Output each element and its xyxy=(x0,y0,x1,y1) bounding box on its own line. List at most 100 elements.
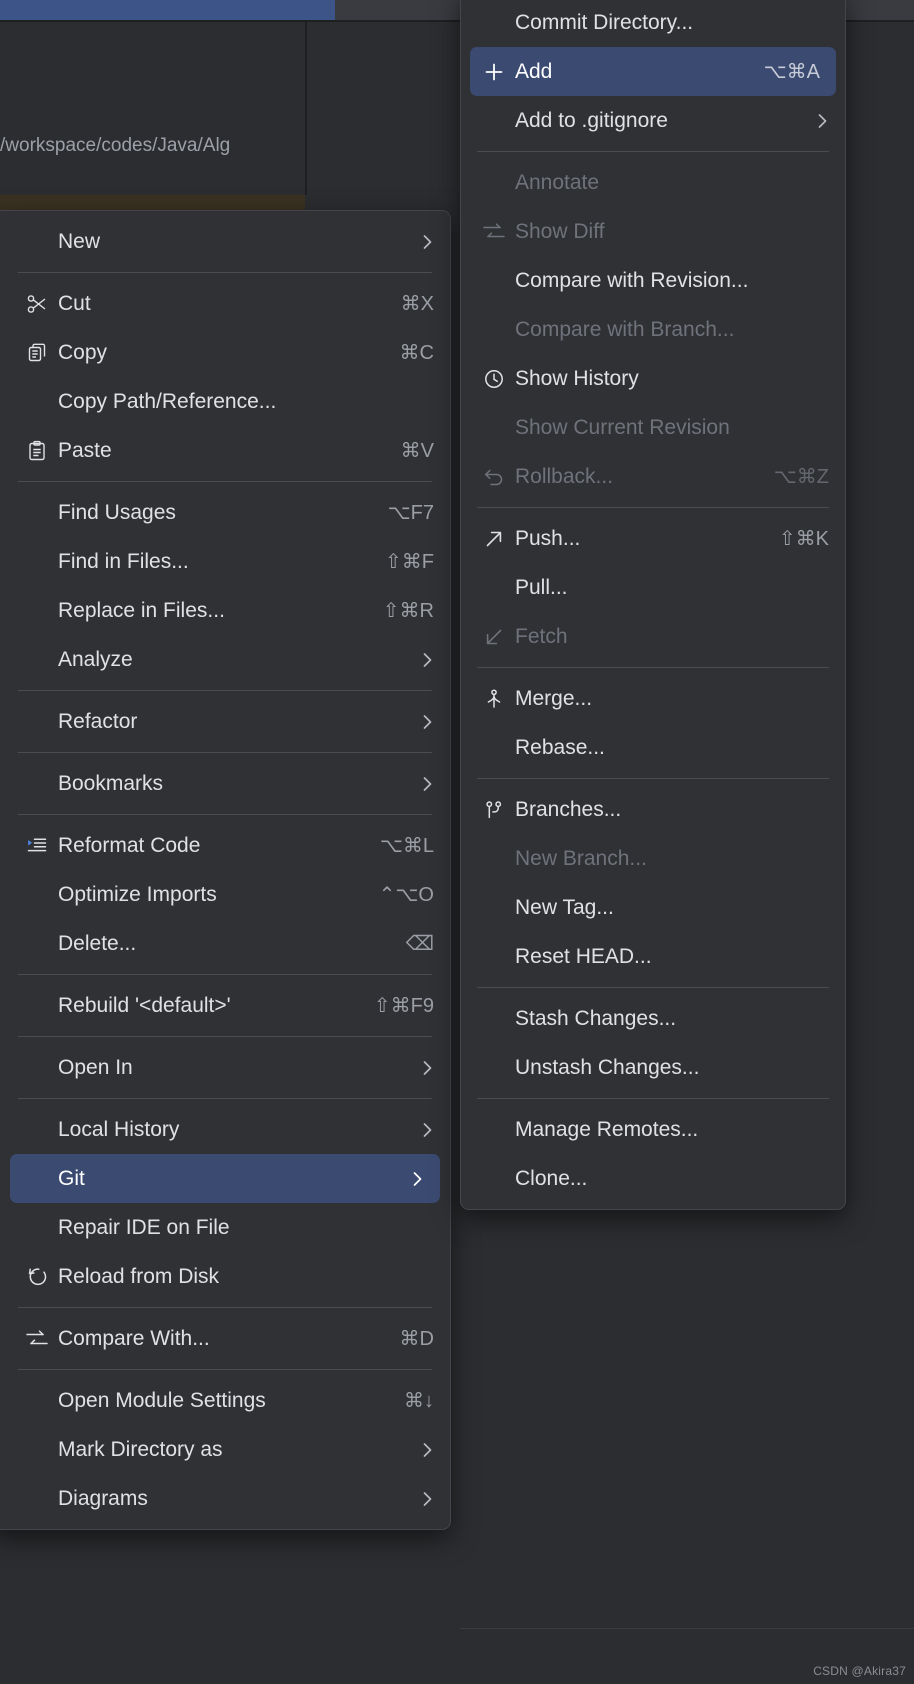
menu-item-shortcut: ⌘C xyxy=(399,342,434,364)
menu-item-label: Fetch xyxy=(515,624,568,648)
menu-item-icon-slot xyxy=(475,268,513,294)
menu-item-reformat-code[interactable]: Reformat Code ⌥⌘L xyxy=(0,821,450,870)
menu-item-find-in-files[interactable]: Find in Files... ⇧⌘F xyxy=(0,537,450,586)
menu-item-open-in[interactable]: Open In xyxy=(0,1043,450,1092)
chevron-right-icon xyxy=(816,111,829,131)
menu-separator xyxy=(18,1036,432,1037)
menu-item-clone[interactable]: Clone... xyxy=(461,1154,845,1203)
menu-item-new[interactable]: New xyxy=(0,217,450,266)
menu-item-open-module-settings[interactable]: Open Module Settings ⌘↓ xyxy=(0,1376,450,1425)
menu-item-label: Stash Changes... xyxy=(515,1006,677,1030)
menu-item-label: Copy Path/Reference... xyxy=(58,389,277,413)
push-icon xyxy=(475,526,513,552)
menu-item-find-usages[interactable]: Find Usages ⌥F7 xyxy=(0,488,450,537)
menu-item-icon-slot xyxy=(18,500,56,526)
menu-item-icon-slot xyxy=(18,1215,56,1241)
menu-item-replace-in-files[interactable]: Replace in Files... ⇧⌘R xyxy=(0,586,450,635)
reformat-icon xyxy=(18,833,56,859)
menu-item-label: Compare with Branch... xyxy=(515,317,735,341)
menu-item-label: Clone... xyxy=(515,1166,588,1190)
menu-item-icon-slot xyxy=(475,1006,513,1032)
menu-item-label: Manage Remotes... xyxy=(515,1117,699,1141)
menu-item-branches[interactable]: Branches... xyxy=(461,785,845,834)
menu-item-unstash-changes[interactable]: Unstash Changes... xyxy=(461,1043,845,1092)
menu-item-reload-from-disk[interactable]: Reload from Disk xyxy=(0,1252,450,1301)
menu-item-rollback: Rollback... ⌥⌘Z xyxy=(461,452,845,501)
menu-item-icon-slot xyxy=(18,993,56,1019)
rollback-icon xyxy=(475,464,513,490)
menu-item-icon-slot xyxy=(475,108,513,134)
menu-item-cut[interactable]: Cut ⌘X xyxy=(0,279,450,328)
menu-item-delete[interactable]: Delete... ⌫ xyxy=(0,919,450,968)
menu-item-label: Compare with Revision... xyxy=(515,268,749,292)
breadcrumb-path: /workspace/codes/Java/Alg xyxy=(0,135,231,156)
menu-item-refactor[interactable]: Refactor xyxy=(0,697,450,746)
menu-item-copy-path-reference[interactable]: Copy Path/Reference... xyxy=(0,377,450,426)
git-submenu[interactable]: Commit Directory... Add ⌥⌘A Add to .gitigno… xyxy=(460,0,846,1210)
menu-item-label: Merge... xyxy=(515,686,593,710)
menu-item-label: Paste xyxy=(58,438,112,462)
menu-item-new-branch: New Branch... xyxy=(461,834,845,883)
editor-context-menu[interactable]: New Cut ⌘X Copy ⌘C Copy Path/Reference... Past… xyxy=(0,210,451,1530)
menu-item-compare-with[interactable]: Compare With... ⌘D xyxy=(0,1314,450,1363)
menu-item-add-to-gitignore[interactable]: Add to .gitignore xyxy=(461,96,845,145)
menu-item-label: Open In xyxy=(58,1055,133,1079)
menu-item-shortcut: ⇧⌘F xyxy=(385,551,434,573)
menu-item-icon-slot xyxy=(18,1388,56,1414)
menu-item-paste[interactable]: Paste ⌘V xyxy=(0,426,450,475)
menu-item-label: Rollback... xyxy=(515,464,614,488)
scissors-icon xyxy=(18,291,56,317)
menu-item-label: Optimize Imports xyxy=(58,882,217,906)
menu-item-label: Reload from Disk xyxy=(58,1264,220,1288)
menu-item-label: Find in Files... xyxy=(58,549,189,573)
menu-item-pull[interactable]: Pull... xyxy=(461,563,845,612)
menu-item-icon-slot xyxy=(475,317,513,343)
menu-item-analyze[interactable]: Analyze xyxy=(0,635,450,684)
menu-item-icon-slot xyxy=(475,1055,513,1081)
branch-icon xyxy=(475,797,513,823)
menu-item-label: Repair IDE on File xyxy=(58,1215,230,1239)
menu-item-icon-slot xyxy=(18,1437,56,1463)
menu-item-optimize-imports[interactable]: Optimize Imports ⌃⌥O xyxy=(0,870,450,919)
menu-separator xyxy=(477,987,829,988)
menu-item-add[interactable]: Add ⌥⌘A xyxy=(470,47,836,96)
menu-separator xyxy=(18,814,432,815)
menu-item-show-history[interactable]: Show History xyxy=(461,354,845,403)
menu-item-label: Rebase... xyxy=(515,735,605,759)
menu-item-icon-slot xyxy=(18,709,56,735)
menu-separator xyxy=(18,690,432,691)
menu-item-shortcut: ⇧⌘K xyxy=(778,528,829,550)
menu-item-bookmarks[interactable]: Bookmarks xyxy=(0,759,450,808)
menu-item-shortcut: ⇧⌘R xyxy=(382,600,434,622)
menu-item-icon-slot xyxy=(18,1117,56,1143)
menu-item-git[interactable]: Git xyxy=(10,1154,440,1203)
menu-item-icon-slot xyxy=(475,735,513,761)
menu-item-new-tag[interactable]: New Tag... xyxy=(461,883,845,932)
menu-item-reset-head[interactable]: Reset HEAD... xyxy=(461,932,845,981)
menu-item-merge[interactable]: Merge... xyxy=(461,674,845,723)
menu-item-icon-slot xyxy=(18,647,56,673)
menu-item-copy[interactable]: Copy ⌘C xyxy=(0,328,450,377)
menu-item-diagrams[interactable]: Diagrams xyxy=(0,1474,450,1523)
menu-item-show-current-revision: Show Current Revision xyxy=(461,403,845,452)
menu-item-rebase[interactable]: Rebase... xyxy=(461,723,845,772)
menu-item-icon-slot xyxy=(18,389,56,415)
menu-item-push[interactable]: Push... ⇧⌘K xyxy=(461,514,845,563)
chevron-right-icon xyxy=(421,650,434,670)
menu-item-manage-remotes[interactable]: Manage Remotes... xyxy=(461,1105,845,1154)
menu-item-rebuild-default[interactable]: Rebuild '<default>' ⇧⌘F9 xyxy=(0,981,450,1030)
menu-item-repair-ide-on-file[interactable]: Repair IDE on File xyxy=(0,1203,450,1252)
menu-item-label: Replace in Files... xyxy=(58,598,225,622)
menu-separator xyxy=(477,1098,829,1099)
menu-item-local-history[interactable]: Local History xyxy=(0,1105,450,1154)
menu-item-annotate: Annotate xyxy=(461,158,845,207)
menu-item-label: Add xyxy=(515,59,553,83)
menu-item-icon-slot xyxy=(18,598,56,624)
menu-separator xyxy=(18,481,432,482)
menu-item-commit-directory[interactable]: Commit Directory... xyxy=(461,0,845,47)
menu-item-mark-directory-as[interactable]: Mark Directory as xyxy=(0,1425,450,1474)
menu-item-icon-slot xyxy=(18,771,56,797)
watermark: CSDN @Akira37 xyxy=(813,1664,906,1678)
menu-item-stash-changes[interactable]: Stash Changes... xyxy=(461,994,845,1043)
menu-item-compare-with-revision[interactable]: Compare with Revision... xyxy=(461,256,845,305)
